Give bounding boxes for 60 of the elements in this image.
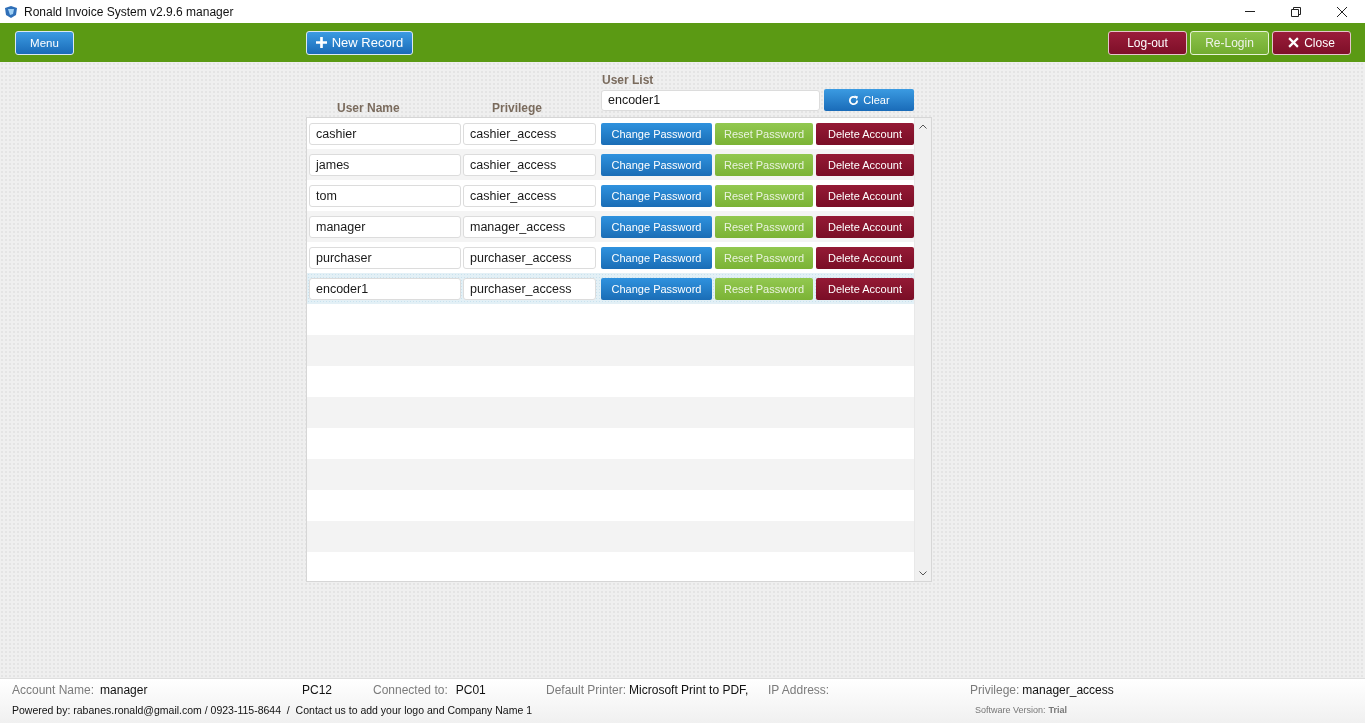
close-icon xyxy=(1337,6,1347,17)
privilege-field[interactable]: cashier_access xyxy=(463,153,596,176)
username-field[interactable]: tom xyxy=(309,184,461,207)
delete-account-button[interactable]: Delete Account xyxy=(816,122,914,145)
change-password-button[interactable]: Change Password xyxy=(601,122,712,145)
minimize-icon xyxy=(1245,11,1255,12)
refresh-icon xyxy=(848,94,860,106)
status-label: IP Address: xyxy=(768,682,830,697)
user-list-label: User List xyxy=(602,73,655,87)
status-value: manager xyxy=(100,682,148,697)
status-label: Default Printer: xyxy=(546,682,627,697)
status-label: Account Name: xyxy=(12,682,95,697)
column-header: Privilege xyxy=(492,101,543,115)
privilege-field[interactable]: manager_access xyxy=(463,215,596,238)
change-password-button[interactable]: Change Password xyxy=(601,184,712,207)
change-password-button[interactable]: Change Password xyxy=(601,215,712,238)
logout-button[interactable]: Log-out xyxy=(1108,30,1187,55)
plus-icon xyxy=(315,37,327,48)
restore-icon xyxy=(1291,6,1301,17)
privilege-field[interactable]: purchaser_access xyxy=(463,277,596,300)
chevron-up-icon xyxy=(919,123,927,129)
delete-account-button[interactable]: Delete Account xyxy=(816,215,914,238)
close-icon xyxy=(1288,37,1300,48)
close-button[interactable]: Close xyxy=(1272,30,1351,55)
change-password-button[interactable]: Change Password xyxy=(601,277,712,300)
status-label: Privilege: xyxy=(970,682,1020,697)
delete-account-button[interactable]: Delete Account xyxy=(816,184,914,207)
change-password-button[interactable]: Change Password xyxy=(601,153,712,176)
privilege-field[interactable]: purchaser_access xyxy=(463,246,596,269)
username-field[interactable]: encoder1 xyxy=(309,277,461,300)
status-value: manager_access xyxy=(1022,682,1114,697)
username-field[interactable]: james xyxy=(309,153,461,176)
powered-by-text: Powered by: rabanes.ronald@gmail.com / 0923-115-8644 / Contact us to add your logo and Company Name 1 xyxy=(12,704,532,716)
status-value: PC01 xyxy=(455,682,486,697)
delete-account-button[interactable]: Delete Account xyxy=(816,277,914,300)
clear-button[interactable]: Clear xyxy=(824,89,914,111)
delete-account-button[interactable]: Delete Account xyxy=(816,153,914,176)
column-header: User Name xyxy=(337,101,400,115)
menu-button[interactable]: Menu xyxy=(15,30,74,55)
app-icon xyxy=(4,4,18,19)
change-password-button[interactable]: Change Password xyxy=(601,246,712,269)
privilege-field[interactable]: cashier_access xyxy=(463,184,596,207)
software-version-value: Trial xyxy=(1048,705,1068,715)
table-row[interactable]: james cashier_access Change Password Reset Password Delete Account xyxy=(307,149,914,180)
username-field[interactable]: manager xyxy=(309,215,461,238)
table-row[interactable]: manager manager_access Change Password Reset Password Delete Account xyxy=(307,211,914,242)
search-field[interactable]: encoder1 xyxy=(601,89,820,111)
new-record-button[interactable]: New Record xyxy=(306,30,413,55)
scrollbar[interactable] xyxy=(914,118,931,581)
software-version-label: Software Version: xyxy=(975,705,1046,715)
table-row[interactable]: encoder1 purchaser_access Change Password Reset Password Delete Account xyxy=(307,273,914,304)
status-value: PC12 xyxy=(302,682,333,697)
chevron-down-icon xyxy=(919,570,927,576)
delete-account-button[interactable]: Delete Account xyxy=(816,246,914,269)
username-field[interactable]: cashier xyxy=(309,122,461,145)
status-label: Connected to: xyxy=(373,682,448,697)
username-field[interactable]: purchaser xyxy=(309,246,461,269)
window-title: Ronald Invoice System v2.9.6 manager xyxy=(24,4,234,19)
status-value: Microsoft Print to PDF, xyxy=(629,682,749,697)
privilege-field[interactable]: cashier_access xyxy=(463,122,596,145)
